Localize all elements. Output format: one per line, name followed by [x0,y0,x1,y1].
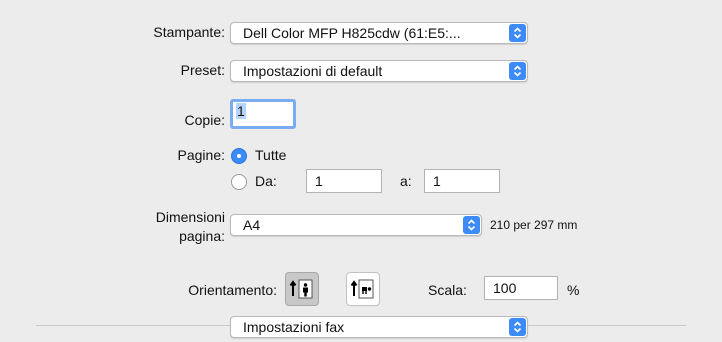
preset-value: Impostazioni di default [243,63,383,79]
chevron-updown-icon [509,24,526,42]
paper-size-label-line1: Dimensioni [155,209,225,225]
paper-size-label-line2: pagina: [179,228,225,244]
print-dialog-panel: Stampante: Dell Color MFP H825cdw (61:E5… [0,0,722,342]
scale-field[interactable]: 100 [484,276,558,300]
chevron-updown-icon [463,216,480,234]
pages-range-radio[interactable] [231,174,247,190]
separator-right [528,325,686,326]
section-value: Impostazioni fax [243,319,345,335]
pages-from-field[interactable]: 1 [306,169,382,193]
scale-label: Scala: [428,282,467,298]
pages-all-radio[interactable] [231,148,247,164]
landscape-orientation-icon [350,279,374,299]
pages-to-label: a: [400,173,412,189]
chevron-updown-icon [509,318,526,336]
copies-label: Copie: [184,112,225,128]
section-popup[interactable]: Impostazioni fax [230,316,528,338]
paper-size-popup[interactable]: A4 [230,214,482,236]
portrait-orientation-icon [289,279,313,299]
paper-size-dimensions: 210 per 297 mm [490,218,578,232]
pages-to-field[interactable]: 1 [424,169,500,193]
pages-from-label: Da: [255,173,277,189]
copies-value: 1 [236,103,246,119]
scale-unit: % [567,282,580,298]
preset-popup[interactable]: Impostazioni di default [230,60,528,82]
printer-popup[interactable]: Dell Color MFP H825cdw (61:E5:... [230,22,528,44]
orientation-label: Orientamento: [188,282,277,298]
preset-label: Preset: [180,62,225,78]
landscape-orientation-button[interactable] [346,272,380,306]
portrait-orientation-button[interactable] [285,272,319,306]
pages-to-value: 1 [433,173,441,189]
pages-label: Pagine: [177,147,225,163]
separator-left [36,325,230,326]
paper-size-value: A4 [243,217,261,233]
chevron-updown-icon [509,62,526,80]
copies-field[interactable]: 1 [230,99,296,129]
printer-label: Stampante: [153,24,225,40]
printer-value: Dell Color MFP H825cdw (61:E5:... [243,25,461,41]
pages-from-value: 1 [315,173,323,189]
pages-all-label: Tutte [255,147,287,163]
scale-value: 100 [493,280,517,296]
